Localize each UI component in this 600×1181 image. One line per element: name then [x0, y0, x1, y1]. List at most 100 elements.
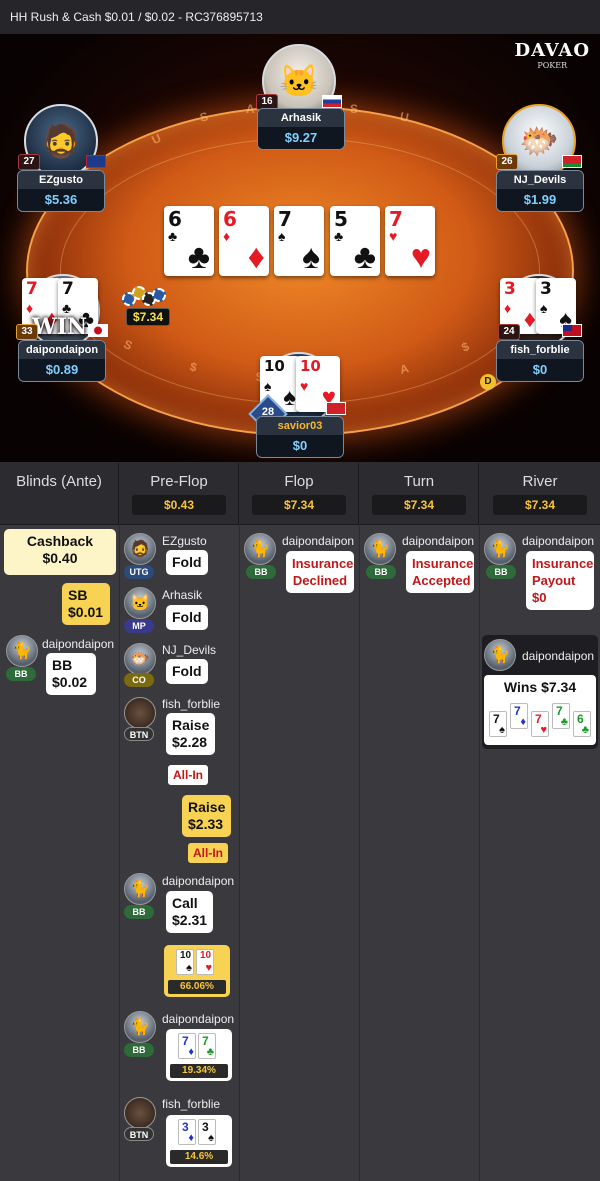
mini-card: 7 ♣ — [552, 703, 570, 729]
mini-card: 10 ♥ — [196, 949, 214, 975]
japan-flag-icon — [88, 324, 108, 337]
player-level-badge: 27 — [18, 154, 40, 170]
hand-history-header: HH Rush & Cash $0.01 / $0.02 - RC3768957… — [0, 0, 600, 34]
player-name: EZgusto — [162, 534, 207, 548]
winner-panel: 🐈 daipondaipon Wins $7.34 7 ♠ 7 ♦ 7 ♥ 7 ♣ 6 ♣ — [482, 635, 598, 749]
russia-flag-icon — [322, 95, 342, 108]
position-badge: BTN — [124, 727, 154, 741]
chip-stack-icon — [120, 284, 172, 310]
mini-card: 7 ♦ — [510, 703, 528, 729]
player-avatar: 🧔 — [124, 533, 156, 565]
position-badge: BB — [366, 565, 396, 579]
player-name: daipondaipon — [402, 534, 475, 548]
insurance-bubble: Insurance Declined — [286, 551, 354, 593]
player-plate-ezgusto[interactable]: EZgusto $5.36 — [17, 170, 105, 212]
column-body: 🧔 UTG EZgusto Fold 🐱 MP Arhasik Fold 🐡 C… — [120, 525, 239, 1181]
player-avatar: 🐡 — [124, 643, 156, 675]
player-avatar: 🐈 — [484, 639, 516, 671]
player-name: daipondaipon — [522, 649, 595, 663]
player-name: daipondaipon — [522, 534, 595, 548]
player-level-badge: 33 — [16, 324, 38, 340]
player-name: daipondaipon — [42, 637, 115, 651]
mini-card: 6 ♣ — [573, 711, 591, 737]
taiwan-flag-icon — [562, 324, 582, 337]
position-badge: CO — [124, 673, 154, 687]
player-name: daipondaipon — [282, 534, 355, 548]
dealer-button: D — [480, 374, 496, 390]
board-card: 6 ♦ ♦ — [219, 206, 269, 276]
column-header: Blinds (Ante) — [0, 463, 118, 525]
all-in-badge: All-In — [188, 843, 228, 863]
player-avatar: 🐈 — [244, 533, 276, 565]
winning-hand-box: Wins $7.34 7 ♠ 7 ♦ 7 ♥ 7 ♣ 6 ♣ — [484, 675, 596, 745]
lucky-cat-icon: 🐱 — [279, 63, 319, 99]
uk-flag-icon — [86, 155, 106, 168]
board-card: 5 ♣ ♣ — [330, 206, 380, 276]
player-level-badge: 26 — [496, 154, 518, 170]
action-bubble: Fold — [166, 659, 208, 684]
equity-percent: 14.6% — [170, 1150, 228, 1164]
poker-table: U S A S U S A $ $ $ DAVAO POKER 🐱 16 Arh… — [0, 34, 600, 462]
action-bubble: Fold — [166, 605, 208, 630]
player-avatar: 🐱 — [124, 587, 156, 619]
equity-percent: 66.06% — [168, 980, 226, 994]
wins-label: Wins $7.34 — [503, 679, 577, 695]
mini-card: 7 ♥ — [531, 711, 549, 737]
header-title: HH Rush & Cash $0.01 / $0.02 - RC3768957… — [10, 10, 263, 24]
insurance-bubble: Insurance Accepted — [406, 551, 474, 593]
position-badge: MP — [124, 619, 154, 633]
position-badge: BB — [6, 667, 36, 681]
player-plate-fish-forblie[interactable]: fish_forblie $0 — [496, 340, 584, 382]
column-header: Flop $7.34 — [240, 463, 358, 525]
column-turn: Turn $7.34 🐈 BB daipondaipon Insurance Acc… — [360, 463, 479, 1181]
cashback-box: Cashback $0.40 — [4, 529, 116, 575]
column-preflop: Pre-Flop $0.43 🧔 UTG EZgusto Fold 🐱 MP Ar… — [120, 463, 239, 1181]
column-header: Turn $7.34 — [360, 463, 478, 525]
player-avatar: 🐈 — [124, 873, 156, 905]
column-flop: Flop $7.34 🐈 BB daipondaipon Insurance Dec… — [240, 463, 359, 1181]
player-avatar: 🐈 — [364, 533, 396, 565]
mini-card: 7 ♠ — [489, 711, 507, 737]
player-avatar: 🐈 — [6, 635, 38, 667]
action-bubble: Fold — [166, 550, 208, 575]
davao-poker-logo: DAVAO POKER — [514, 40, 590, 70]
win-badge: WIN — [32, 314, 88, 340]
small-blind-bubble: SB $0.01 — [62, 583, 110, 625]
mini-card: 3 ♠ — [198, 1119, 216, 1145]
column-body: Cashback $0.40 SB $0.01 🐈 BB daipondaipon… — [0, 525, 119, 1181]
mini-card: 10 ♠ — [176, 949, 194, 975]
column-body: 🐈 BB daipondaipon Insurance Payout $0 🐈 da… — [480, 525, 600, 1181]
player-avatar — [124, 697, 156, 729]
position-badge: BB — [124, 905, 154, 919]
position-badge: UTG — [124, 565, 154, 579]
player-level-badge: 24 — [498, 324, 520, 340]
position-badge: BB — [246, 565, 276, 579]
position-badge: BTN — [124, 1127, 154, 1141]
player-plate-savior03[interactable]: savior03 $0 — [256, 416, 344, 458]
equity-box: 3 ♦ 3 ♠ 14.6% — [166, 1115, 232, 1167]
blobfish-icon: 🐡 — [519, 123, 559, 159]
board-card: 7 ♥ ♥ — [385, 206, 435, 276]
column-river: River $7.34 🐈 BB daipondaipon Insurance Pa… — [480, 463, 600, 1181]
position-badge: BB — [486, 565, 516, 579]
action-bubble: Raise $2.28 — [166, 713, 216, 755]
player-name: NJ_Devils — [162, 643, 217, 657]
player-plate-arhasik[interactable]: Arhasik $9.27 — [257, 108, 345, 150]
bearded-man-icon: 🧔 — [41, 123, 81, 159]
position-badge: BB — [124, 1043, 154, 1057]
player-name: fish_forblie — [162, 697, 221, 711]
all-in-badge: All-In — [168, 765, 208, 785]
action-bubble: Raise $2.33 — [182, 795, 232, 837]
player-name: fish_forblie — [162, 1097, 221, 1111]
big-blind-bubble: BB $0.02 — [46, 653, 96, 695]
action-bubble: Call $2.31 — [166, 891, 214, 933]
equity-box: 10 ♠ 10 ♥ 66.06% — [164, 945, 230, 997]
equity-percent: 19.34% — [170, 1064, 228, 1078]
player-plate-daipondaipon[interactable]: daipondaipon $0.89 — [18, 340, 106, 382]
hong-kong-flag-icon — [326, 402, 346, 415]
rail-letter: A — [246, 102, 255, 116]
pot-amount: $7.34 — [126, 308, 170, 326]
player-plate-nj-devils[interactable]: NJ_Devils $1.99 — [496, 170, 584, 212]
mini-card: 3 ♦ — [178, 1119, 196, 1145]
mini-card: 7 ♣ — [198, 1033, 216, 1059]
